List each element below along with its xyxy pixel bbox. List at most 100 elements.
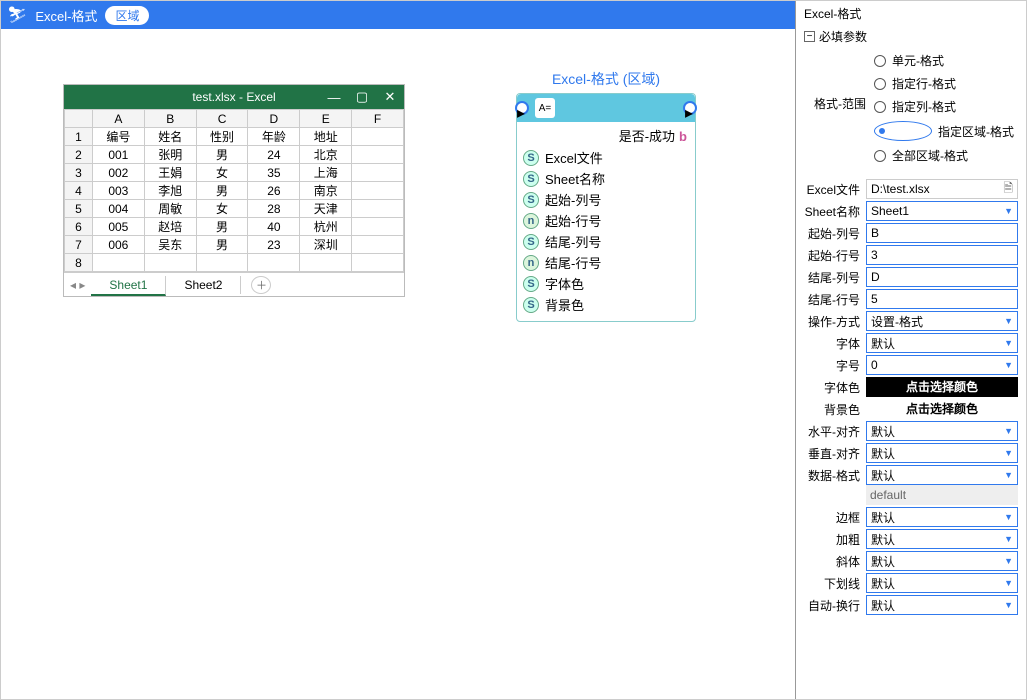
cell[interactable]: 35 [248, 164, 300, 182]
file-icon[interactable]: 🗎 [1003, 179, 1013, 200]
sheet-tab-sheet2[interactable]: Sheet2 [166, 276, 241, 294]
node-port[interactable]: S起始-列号 [523, 189, 689, 210]
node-port[interactable]: n起始-行号 [523, 210, 689, 231]
sheet-tab-sheet1[interactable]: Sheet1 [91, 276, 166, 296]
cell[interactable]: 男 [196, 236, 248, 254]
cell[interactable]: 深圳 [300, 236, 352, 254]
cell[interactable] [352, 200, 404, 218]
cell[interactable] [352, 146, 404, 164]
h-align-select[interactable]: 默认▼ [866, 421, 1018, 441]
cell[interactable]: 姓名 [144, 128, 196, 146]
excel-file-input[interactable]: D:\test.xlsx🗎 [866, 179, 1018, 199]
node-port-in[interactable]: ▸ [515, 101, 529, 115]
row-header[interactable]: 6 [65, 218, 93, 236]
font-color-button[interactable]: 点击选择颜色 [866, 377, 1018, 397]
spreadsheet[interactable]: ABC DEF 1编号姓名性别年龄地址2001张明男24北京3002王娟女35上… [64, 109, 404, 272]
maximize-icon[interactable]: ▢ [348, 85, 376, 109]
start-col-input[interactable]: B [866, 223, 1018, 243]
node-port[interactable]: S字体色 [523, 273, 689, 294]
end-col-input[interactable]: D [866, 267, 1018, 287]
cell[interactable]: 地址 [300, 128, 352, 146]
cell[interactable] [352, 236, 404, 254]
cell[interactable] [300, 254, 352, 272]
cell[interactable]: 周敏 [144, 200, 196, 218]
row-header[interactable]: 4 [65, 182, 93, 200]
row-header[interactable]: 3 [65, 164, 93, 182]
row-header[interactable]: 7 [65, 236, 93, 254]
wrap-select[interactable]: 默认▼ [866, 595, 1018, 615]
cell[interactable]: 23 [248, 236, 300, 254]
cell[interactable]: 男 [196, 146, 248, 164]
cell[interactable]: 女 [196, 200, 248, 218]
cell[interactable]: 40 [248, 218, 300, 236]
scope-option[interactable]: 指定区域-格式 [814, 118, 1018, 144]
close-icon[interactable]: ✕ [376, 85, 404, 109]
cell[interactable]: 杭州 [300, 218, 352, 236]
sheet-nav[interactable]: ◂ ▸ [64, 278, 91, 292]
node-header[interactable]: ▸ A= ▸ [517, 94, 695, 122]
cell[interactable]: 吴东 [144, 236, 196, 254]
node-port[interactable]: S结尾-列号 [523, 231, 689, 252]
row-header[interactable]: 5 [65, 200, 93, 218]
cell[interactable]: 006 [92, 236, 144, 254]
node-port[interactable]: SSheet名称 [523, 168, 689, 189]
row-header[interactable]: 8 [65, 254, 93, 272]
cell[interactable] [352, 254, 404, 272]
cell[interactable]: 男 [196, 218, 248, 236]
cell[interactable]: 26 [248, 182, 300, 200]
v-align-select[interactable]: 默认▼ [866, 443, 1018, 463]
italic-select[interactable]: 默认▼ [866, 551, 1018, 571]
cell[interactable]: 年龄 [248, 128, 300, 146]
minimize-icon[interactable]: — [320, 85, 348, 109]
scope-option[interactable]: 指定行-格式 [814, 72, 1018, 95]
scope-option[interactable]: 单元-格式 [814, 49, 1018, 72]
cell[interactable]: 004 [92, 200, 144, 218]
operation-select[interactable]: 设置-格式▼ [866, 311, 1018, 331]
cell[interactable]: 王娟 [144, 164, 196, 182]
cell[interactable]: 005 [92, 218, 144, 236]
end-row-input[interactable]: 5 [866, 289, 1018, 309]
font-size-select[interactable]: 0▼ [866, 355, 1018, 375]
section-toggle[interactable]: − 必填参数 [796, 26, 1026, 47]
cell[interactable] [352, 164, 404, 182]
cell[interactable]: 北京 [300, 146, 352, 164]
row-header[interactable]: 1 [65, 128, 93, 146]
cell[interactable]: 24 [248, 146, 300, 164]
node-port[interactable]: SExcel文件 [523, 147, 689, 168]
cell[interactable]: 001 [92, 146, 144, 164]
cell[interactable]: 天津 [300, 200, 352, 218]
cell[interactable] [352, 182, 404, 200]
cell[interactable]: 上海 [300, 164, 352, 182]
data-format-select[interactable]: 默认▼ [866, 465, 1018, 485]
cell[interactable]: 003 [92, 182, 144, 200]
excel-titlebar[interactable]: test.xlsx - Excel — ▢ ✕ [64, 85, 404, 109]
cell[interactable]: 女 [196, 164, 248, 182]
font-select[interactable]: 默认▼ [866, 333, 1018, 353]
cell[interactable] [248, 254, 300, 272]
node-port[interactable]: n结尾-行号 [523, 252, 689, 273]
cell[interactable]: 南京 [300, 182, 352, 200]
cell[interactable]: 002 [92, 164, 144, 182]
row-header[interactable]: 2 [65, 146, 93, 164]
border-select[interactable]: 默认▼ [866, 507, 1018, 527]
cell[interactable] [352, 128, 404, 146]
start-row-input[interactable]: 3 [866, 245, 1018, 265]
cell[interactable] [144, 254, 196, 272]
cell[interactable] [92, 254, 144, 272]
cell[interactable]: 编号 [92, 128, 144, 146]
scope-option[interactable]: 全部区域-格式 [814, 144, 1018, 167]
underline-select[interactable]: 默认▼ [866, 573, 1018, 593]
cell[interactable]: 赵培 [144, 218, 196, 236]
cell[interactable]: 李旭 [144, 182, 196, 200]
flow-node[interactable]: Excel-格式 (区域) ▸ A= ▸ 是否-成功b SExcel文件SShe… [516, 69, 696, 322]
cell[interactable]: 男 [196, 182, 248, 200]
cell[interactable] [352, 218, 404, 236]
add-sheet-button[interactable]: ＋ [251, 276, 271, 294]
bold-select[interactable]: 默认▼ [866, 529, 1018, 549]
cell[interactable]: 性别 [196, 128, 248, 146]
bg-color-button[interactable]: 点击选择颜色 [866, 399, 1018, 419]
node-port-out[interactable]: ▸ [683, 101, 697, 115]
sheet-name-select[interactable]: Sheet1▼ [866, 201, 1018, 221]
cell[interactable] [196, 254, 248, 272]
cell[interactable]: 张明 [144, 146, 196, 164]
